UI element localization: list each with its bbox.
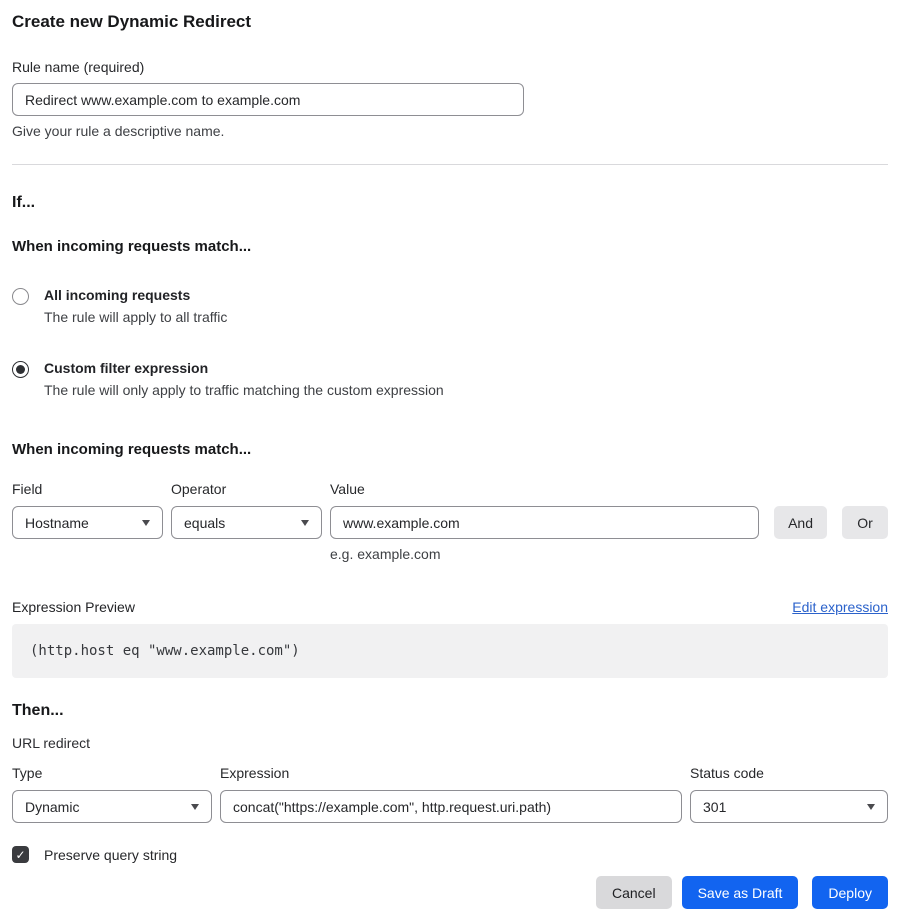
value-input[interactable]	[330, 506, 759, 539]
option-all-incoming-description: The rule will apply to all traffic	[44, 309, 227, 326]
rule-name-helper: Give your rule a descriptive name.	[12, 123, 888, 139]
url-redirect-label: URL redirect	[12, 735, 888, 751]
chevron-down-icon	[142, 520, 150, 526]
chevron-down-icon	[867, 804, 875, 810]
value-helper: e.g. example.com	[330, 546, 759, 562]
option-custom-filter-description: The rule will only apply to traffic matc…	[44, 382, 444, 399]
option-all-incoming-text: All incoming requests The rule will appl…	[44, 287, 227, 326]
preserve-query-option[interactable]: ✓ Preserve query string	[12, 846, 888, 863]
status-code-label: Status code	[690, 765, 888, 781]
rule-name-label: Rule name (required)	[12, 59, 888, 75]
option-custom-filter-label: Custom filter expression	[44, 360, 444, 377]
and-button[interactable]: And	[774, 506, 827, 539]
cancel-button[interactable]: Cancel	[596, 876, 672, 909]
or-button[interactable]: Or	[842, 506, 888, 539]
operator-select[interactable]: equals	[171, 506, 322, 539]
expression-preview-row: Expression Preview Edit expression	[12, 599, 888, 615]
expression-input[interactable]	[220, 790, 682, 823]
create-redirect-form: Create new Dynamic Redirect Rule name (r…	[0, 0, 907, 909]
redirect-settings-row: Type Dynamic Expression Status code 301	[12, 765, 888, 823]
type-column: Type Dynamic	[12, 765, 212, 823]
footer-actions: Cancel Save as Draft Deploy	[12, 876, 888, 909]
preserve-query-label: Preserve query string	[44, 847, 177, 863]
type-select[interactable]: Dynamic	[12, 790, 212, 823]
edit-expression-link[interactable]: Edit expression	[792, 599, 888, 615]
match-heading: When incoming requests match...	[12, 238, 888, 256]
expression-label: Expression	[220, 765, 682, 781]
option-all-incoming-requests[interactable]: All incoming requests The rule will appl…	[12, 287, 888, 326]
value-column: Value e.g. example.com	[330, 481, 759, 562]
type-select-value: Dynamic	[25, 799, 79, 815]
radio-all-incoming-icon[interactable]	[12, 288, 29, 305]
condition-heading: When incoming requests match...	[12, 441, 888, 459]
option-custom-filter-text: Custom filter expression The rule will o…	[44, 360, 444, 399]
option-custom-filter-expression[interactable]: Custom filter expression The rule will o…	[12, 360, 888, 399]
condition-builder-row: Field Hostname Operator equals Value e.g…	[12, 481, 888, 562]
field-label: Field	[12, 481, 163, 497]
checkbox-checked-icon[interactable]: ✓	[12, 846, 29, 863]
status-code-select-value: 301	[703, 799, 726, 815]
expression-column: Expression	[220, 765, 682, 823]
expression-preview-code: (http.host eq "www.example.com")	[12, 624, 888, 678]
then-heading: Then...	[12, 701, 888, 721]
operator-column: Operator equals	[171, 481, 322, 539]
chevron-down-icon	[301, 520, 309, 526]
value-label: Value	[330, 481, 759, 497]
save-as-draft-button[interactable]: Save as Draft	[682, 876, 799, 909]
radio-custom-filter-icon[interactable]	[12, 361, 29, 378]
field-select[interactable]: Hostname	[12, 506, 163, 539]
field-select-value: Hostname	[25, 515, 89, 531]
operator-select-value: equals	[184, 515, 225, 531]
expression-preview-label: Expression Preview	[12, 599, 135, 615]
field-column: Field Hostname	[12, 481, 163, 539]
section-divider	[12, 164, 888, 165]
status-code-select[interactable]: 301	[690, 790, 888, 823]
type-label: Type	[12, 765, 212, 781]
status-code-column: Status code 301	[690, 765, 888, 823]
option-all-incoming-label: All incoming requests	[44, 287, 227, 304]
if-heading: If...	[12, 193, 888, 213]
page-title: Create new Dynamic Redirect	[12, 11, 888, 33]
chevron-down-icon	[191, 804, 199, 810]
rule-name-input[interactable]	[12, 83, 524, 116]
deploy-button[interactable]: Deploy	[812, 876, 888, 909]
operator-label: Operator	[171, 481, 322, 497]
